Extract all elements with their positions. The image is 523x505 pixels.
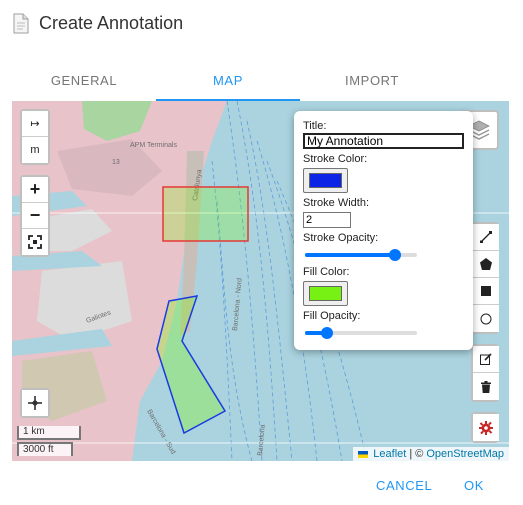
stroke-color-swatch [309,173,342,188]
stroke-color-label: Stroke Color: [303,153,368,165]
cancel-button[interactable]: CANCEL [376,474,432,496]
measure-arrow-button[interactable]: ↦ [22,111,48,137]
document-icon [13,13,29,33]
settings-tools [471,412,499,443]
settings-button[interactable] [473,414,499,441]
crosshair-button[interactable] [22,390,48,416]
draw-circle-button[interactable] [473,305,499,332]
scale-metric: 1 km [17,426,81,440]
measure-control: ↦ m [20,109,50,165]
title-label: Title: [303,120,327,132]
rectangle-icon [481,286,491,296]
dialog-header: Create Annotation [12,10,183,36]
fill-color-picker[interactable] [303,281,348,306]
circle-icon [480,313,492,324]
title-input[interactable] [303,133,464,149]
slider-thumb[interactable] [388,249,401,261]
draw-tools [471,222,499,334]
fill-opacity-label: Fill Opacity: [303,310,361,322]
polyline-icon [480,231,492,243]
polygon-icon [480,258,492,270]
draw-polyline-button[interactable] [473,224,499,251]
locate-control [20,388,50,418]
stroke-opacity-slider[interactable] [303,248,419,262]
fill-color-label: Fill Color: [303,266,350,278]
map-attribution: Leaflet | © OpenStreetMap [353,447,509,461]
map-label-berth: 13 [112,159,120,166]
fullscreen-icon [28,235,42,249]
stroke-opacity-label: Stroke Opacity: [303,232,379,244]
stroke-color-picker[interactable] [303,168,348,193]
draw-polygon-button[interactable] [473,251,499,278]
slider-fill [305,253,395,257]
attribution-separator: | © [409,448,424,460]
ukraine-flag-icon [358,450,369,458]
tab-map[interactable]: MAP [156,60,300,101]
map-label-nord: Barcelona - Nord [232,278,244,331]
leaflet-link[interactable]: Leaflet [373,448,406,460]
zoom-in-button[interactable]: + [22,177,48,203]
zoom-out-button[interactable]: − [22,203,48,229]
fit-bounds-button[interactable] [22,229,48,255]
draw-rectangle-button[interactable] [473,278,499,305]
slider-thumb[interactable] [321,327,334,339]
ok-button[interactable]: OK [464,474,484,496]
crosshair-icon [28,396,42,410]
stroke-width-label: Stroke Width: [303,197,370,209]
dialog-title: Create Annotation [39,12,184,33]
edit-layers-button[interactable] [473,346,499,373]
annotation-style-popup: Title: Stroke Color: Stroke Width: Strok… [294,111,473,350]
gear-icon [479,420,493,435]
map-label-sud: Barcelona [257,424,267,456]
tab-bar: GENERAL MAP IMPORT [12,60,444,101]
scale-imperial: 3000 ft [17,442,73,456]
trash-icon [481,380,491,393]
zoom-control: + − [20,175,50,257]
stroke-width-input[interactable] [303,212,351,228]
draw-toolbar [471,222,499,443]
map-label-bocana: Barcelona - Sud [145,409,176,456]
edit-tools [471,344,499,402]
map-label-terminal: APM Terminals [130,142,177,149]
delete-layers-button[interactable] [473,373,499,400]
edit-icon [480,353,492,365]
tab-general[interactable]: GENERAL [12,60,156,100]
unit-button[interactable]: m [22,137,48,163]
map-canvas[interactable]: APM Terminals 13 Galiotes Catalunya Barc… [12,101,509,461]
fill-opacity-slider[interactable] [303,326,419,340]
fill-color-swatch [309,286,342,301]
tab-import[interactable]: IMPORT [300,60,444,100]
annotation-rectangle [162,186,249,242]
osm-link[interactable]: OpenStreetMap [426,448,504,460]
